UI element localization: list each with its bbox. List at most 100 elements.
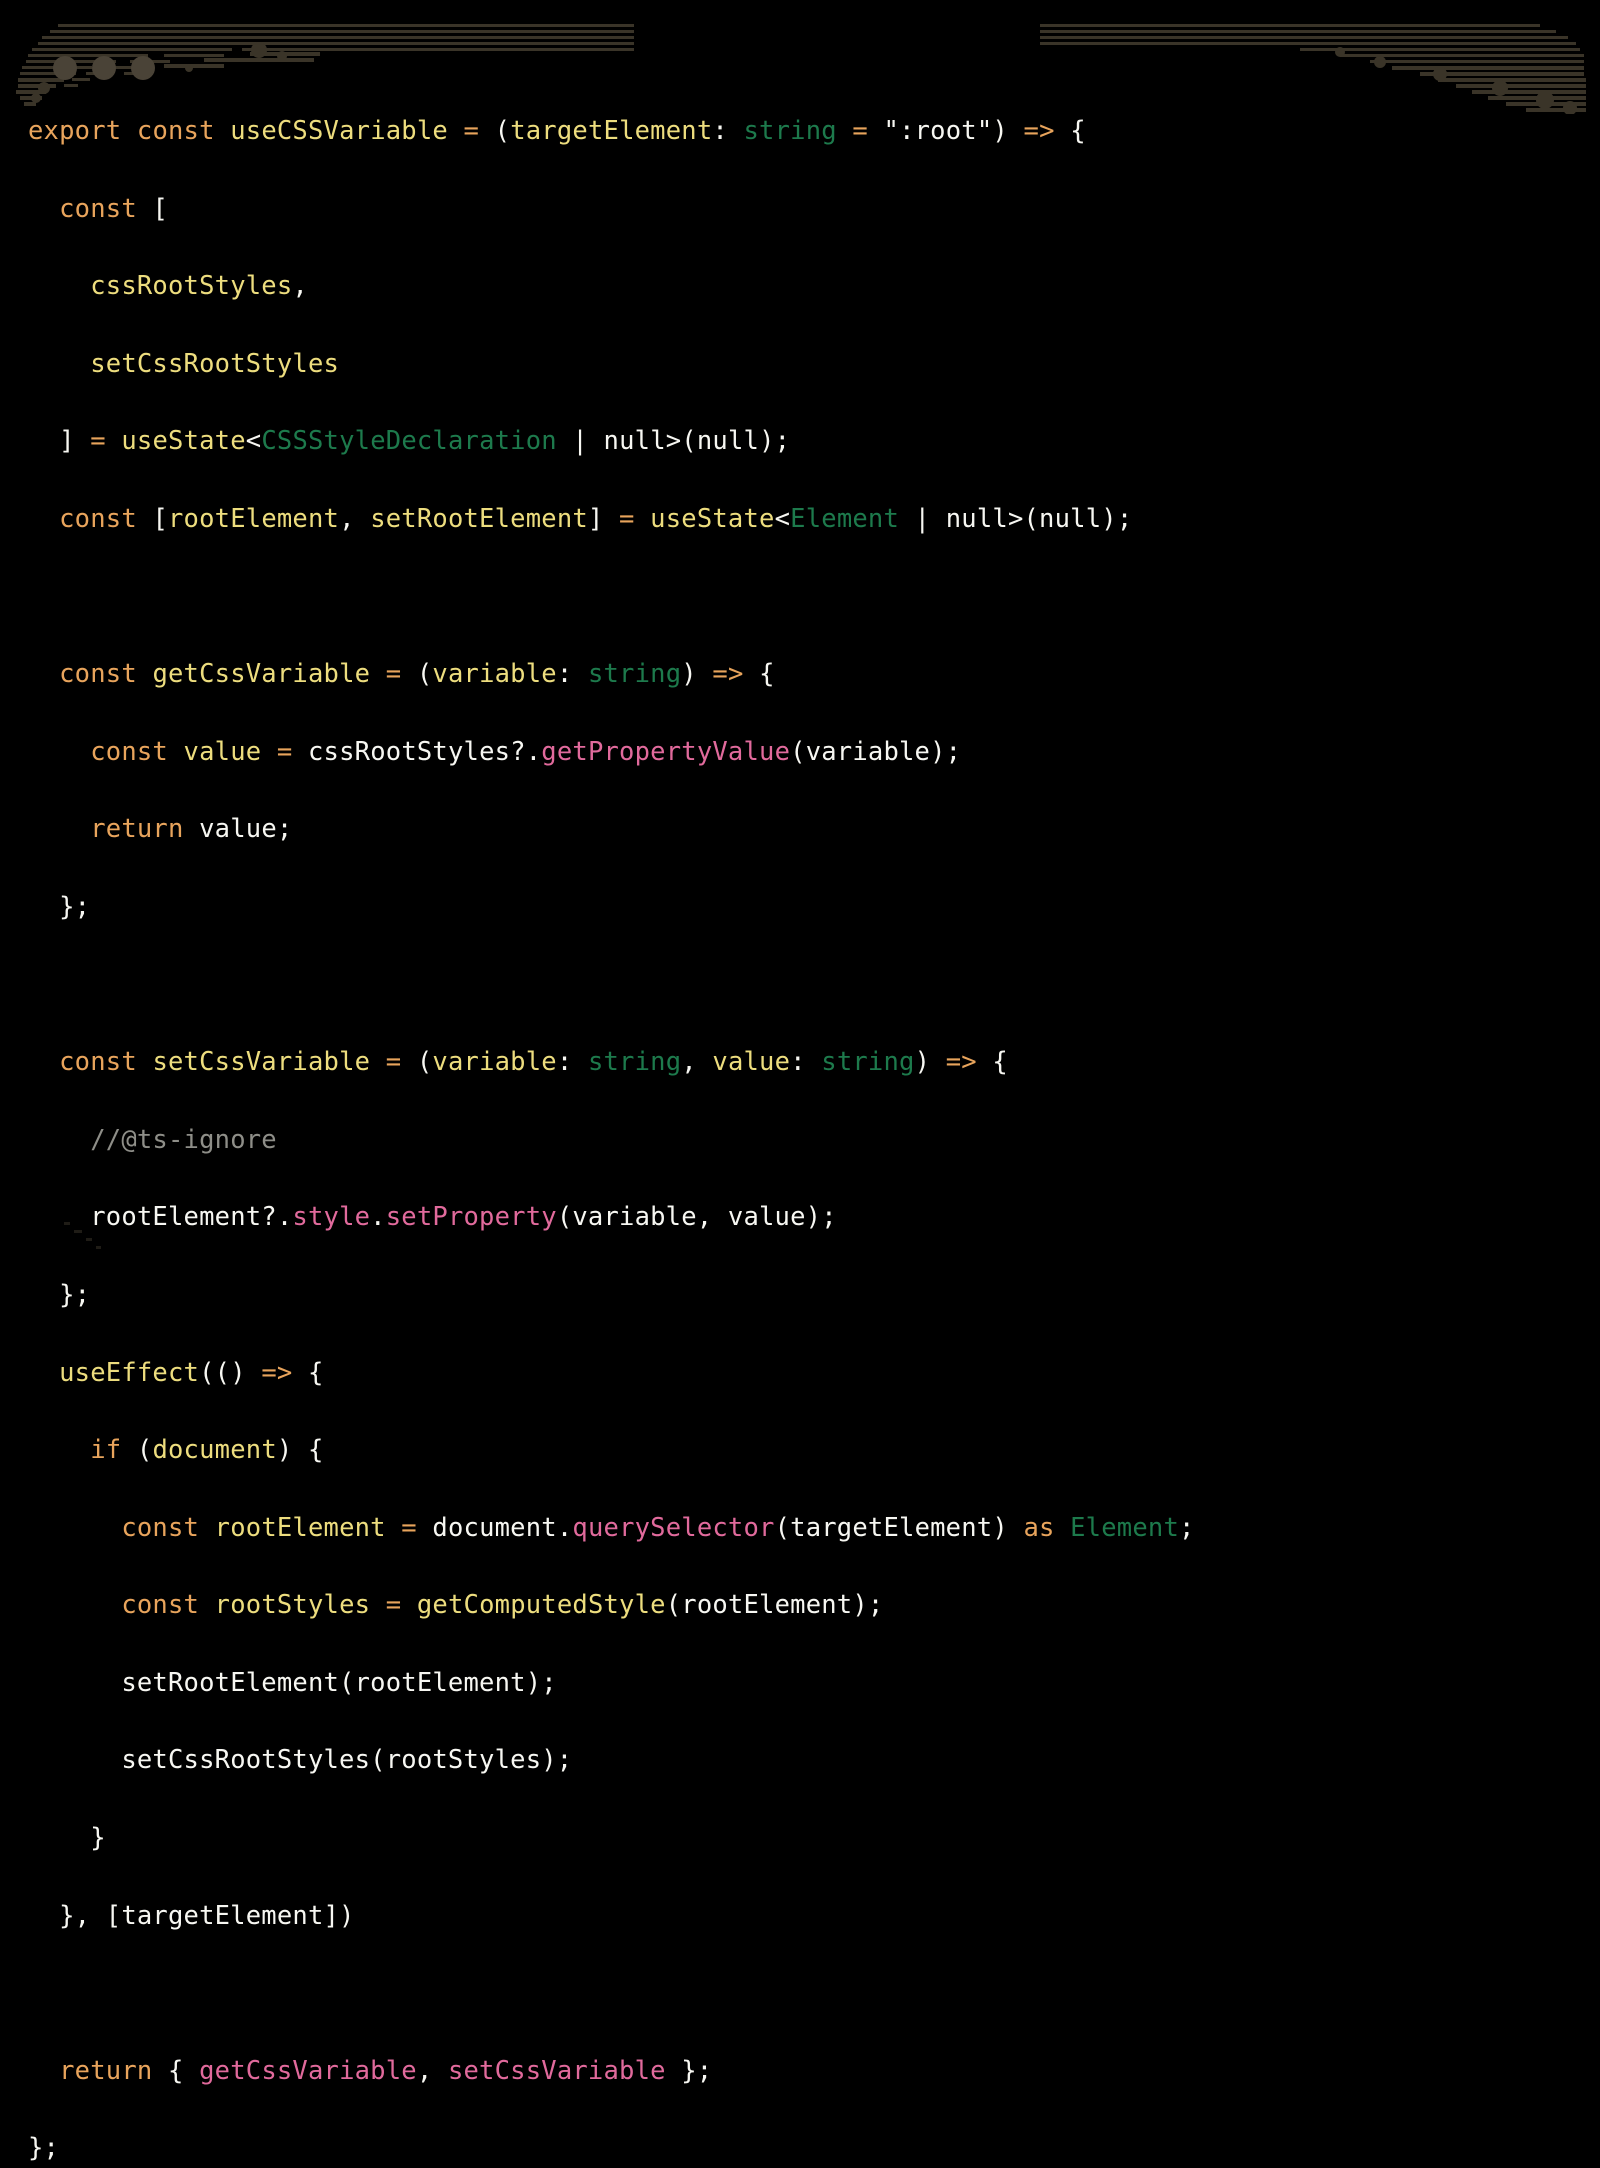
code-token: const	[136, 116, 215, 146]
code-line: const getCssVariable = (variable: string…	[28, 655, 1572, 694]
code-token: =>	[945, 1047, 977, 1078]
code-line: setCssRootStyles	[28, 345, 1572, 384]
code-line: export const useCSSVariable = (targetEle…	[28, 112, 1572, 151]
code-token: )	[914, 1047, 931, 1078]
code-token: null	[603, 426, 666, 457]
code-token: return	[90, 814, 184, 845]
code-token: :	[556, 1047, 588, 1078]
code-token: rootElement	[168, 503, 340, 534]
code-token: useEffect	[59, 1357, 200, 1388]
code-token: null	[1039, 503, 1102, 534]
code-token: ,	[292, 271, 308, 302]
code-token: =	[852, 116, 868, 146]
code-token: =	[385, 1590, 402, 1621]
code-token: >(	[665, 426, 697, 457]
code-token: >(	[1007, 503, 1040, 534]
code-token: };	[28, 2133, 60, 2164]
code-token: {	[308, 1357, 324, 1388]
code-token: )	[681, 659, 697, 690]
code-token: setCssRootStyles	[90, 348, 340, 379]
code-token: (variable, value);	[556, 1202, 837, 1233]
code-token: return	[59, 2055, 153, 2086]
code-token: querySelector	[572, 1512, 775, 1543]
window-dot-minimize-icon[interactable]	[92, 56, 116, 80]
code-line: //@ts-ignore	[28, 1121, 1572, 1160]
code-token: as	[1023, 1512, 1055, 1543]
code-token: cssRootStyles	[90, 271, 293, 302]
code-token: ,	[416, 2055, 448, 2086]
code-token: getComputedStyle	[416, 1590, 666, 1621]
code-token: };	[59, 891, 91, 922]
code-token: {	[168, 2055, 200, 2086]
code-token: (	[416, 659, 433, 690]
code-token: =>	[1023, 116, 1055, 146]
window-titlebar	[0, 0, 1600, 110]
code-token: value;	[199, 814, 293, 845]
code-line: return value;	[28, 810, 1572, 849]
code-token: )	[992, 116, 1008, 146]
code-token: (	[136, 1435, 153, 1466]
code-token: setCssRootStyles(rootStyles);	[121, 1745, 573, 1776]
window-dot-close-icon[interactable]	[53, 56, 77, 80]
code-token: rootStyles	[214, 1590, 371, 1621]
code-token: value	[183, 736, 262, 767]
window-dot-maximize-icon[interactable]	[131, 56, 155, 80]
code-token: :	[790, 1047, 822, 1078]
code-token: };	[665, 2055, 713, 2086]
code-token: ,	[339, 503, 371, 534]
code-token: const	[59, 503, 137, 534]
code-line: if (document) {	[28, 1431, 1572, 1470]
code-token: value	[712, 1047, 791, 1078]
code-token: =>	[712, 659, 744, 690]
code-token: =	[619, 503, 635, 534]
code-token: targetElement	[510, 116, 713, 146]
code-token: rootElement	[214, 1512, 386, 1543]
code-line: const [rootElement, setRootElement] = us…	[28, 500, 1572, 539]
code-token: string	[587, 1047, 682, 1078]
code-token: getCssVariable	[199, 2055, 417, 2086]
code-token: setRootElement	[370, 503, 588, 534]
code-token: (	[494, 116, 511, 146]
code-token: setProperty	[385, 1202, 557, 1233]
code-token: document	[152, 1435, 277, 1466]
code-line: return { getCssVariable, setCssVariable …	[28, 2052, 1572, 2091]
code-token: {	[759, 659, 775, 690]
code-token: setCssVariable	[152, 1047, 371, 1078]
code-token: cssRootStyles?.	[308, 736, 542, 767]
code-token: {	[308, 1435, 324, 1466]
code-token: .	[370, 1202, 386, 1233]
code-token: )	[276, 1435, 293, 1466]
